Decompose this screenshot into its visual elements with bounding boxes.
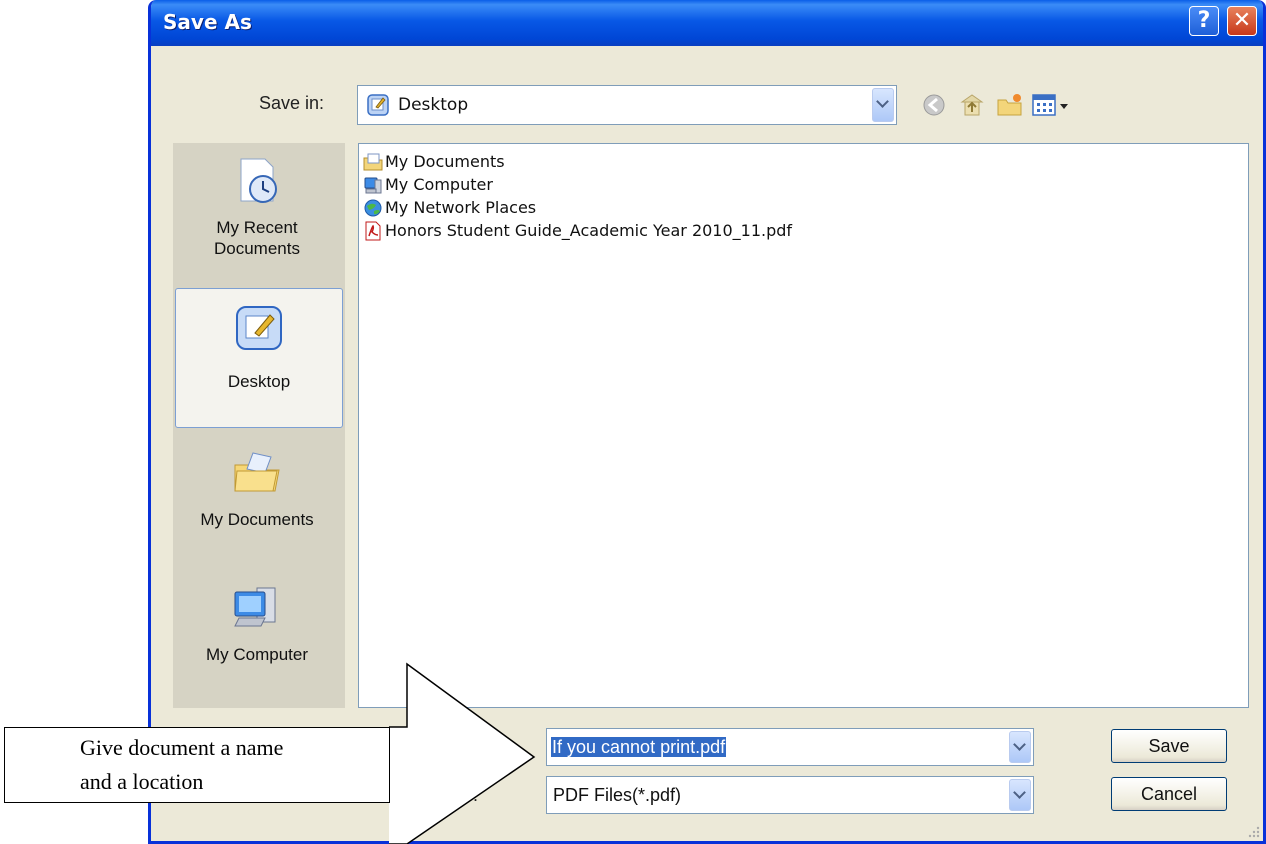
callout-text: Give document a name and a location <box>80 731 400 799</box>
callout-arrow <box>389 662 536 844</box>
callout-line2: and a location <box>80 769 204 794</box>
callout-line1: Give document a name <box>80 735 284 760</box>
